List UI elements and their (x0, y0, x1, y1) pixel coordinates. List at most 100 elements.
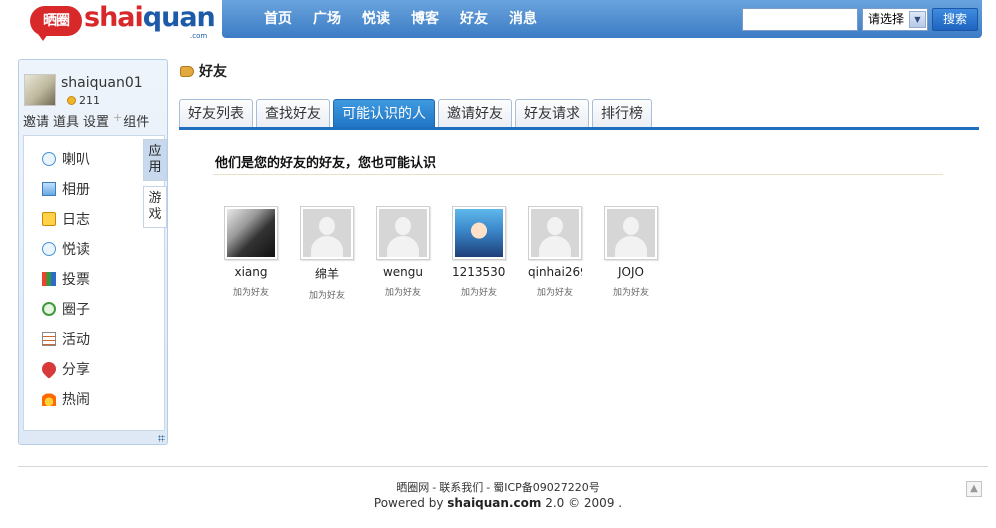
friend-card: wengu 加为好友 (376, 206, 452, 301)
friend-card: JOJO 加为好友 (604, 206, 680, 301)
page-header: 好友 (180, 61, 227, 81)
logo-suffix: .com (190, 32, 208, 40)
friend-name[interactable]: JOJO (604, 265, 658, 279)
app-item-speaker[interactable]: 喇叭 (42, 144, 90, 174)
speech-bubble-icon (42, 242, 56, 256)
user-avatar[interactable] (24, 74, 56, 106)
tab-apps[interactable]: 应用 (143, 139, 167, 181)
app-panel: 喇叭 相册 日志 悦读 投票 圈子 活动 分享 热闹 应用 游戏 (23, 135, 167, 431)
nav-friends[interactable]: 好友 (460, 0, 488, 38)
app-item-event[interactable]: 活动 (42, 324, 90, 354)
friend-avatar[interactable] (376, 206, 430, 260)
site-logo[interactable]: 晒圈 shaiquan .com (30, 2, 216, 41)
tab-friend-list[interactable]: 好友列表 (179, 99, 253, 128)
tab-friend-requests[interactable]: 好友请求 (515, 99, 589, 128)
friend-card: 绵羊 加为好友 (300, 206, 376, 301)
plugins-link[interactable]: 组件 (123, 111, 149, 130)
top-nav: 首页 广场 悦读 博客 好友 消息 请选择 ▼ 搜索 (222, 0, 982, 38)
coin-icon (67, 96, 76, 105)
default-avatar-icon (303, 209, 351, 257)
default-avatar-icon (531, 209, 579, 257)
footer-site-link[interactable]: 晒圈网 (396, 481, 429, 494)
friend-avatar[interactable] (452, 206, 506, 260)
section-divider (213, 174, 943, 175)
tab-invite-friends[interactable]: 邀请好友 (438, 99, 512, 128)
nav-square[interactable]: 广场 (313, 0, 341, 38)
friend-name[interactable]: qinhai269 (528, 265, 582, 279)
add-friend-link[interactable]: 加为好友 (300, 288, 354, 301)
suggested-friends: xiang 加为好友 绵羊 加为好友 wengu 加为好友 12135305 加… (224, 206, 680, 301)
sidebar: shaiquan01 211 邀请 道具 设置 + 组件 喇叭 相册 日志 悦读… (18, 59, 168, 445)
back-to-top-icon[interactable]: ▲ (966, 481, 982, 497)
tab-games[interactable]: 游戏 (143, 186, 167, 228)
resize-grip-icon[interactable] (158, 435, 165, 442)
tab-ranking[interactable]: 排行榜 (592, 99, 652, 128)
logo-wordmark: shaiquan (84, 2, 216, 33)
powered-by: Powered by shaiquan.com 2.0 © 2009 . (373, 496, 623, 510)
app-item-diary[interactable]: 日志 (42, 204, 90, 234)
search-select-value: 请选择 (868, 12, 905, 26)
nav-home[interactable]: 首页 (264, 0, 292, 38)
app-item-circle[interactable]: 圈子 (42, 294, 90, 324)
friend-name[interactable]: 绵羊 (300, 265, 354, 282)
add-friend-link[interactable]: 加为好友 (376, 285, 430, 298)
user-links: 邀请 道具 设置 + 组件 (23, 111, 153, 130)
heart-icon (39, 359, 59, 379)
nav-messages[interactable]: 消息 (509, 0, 537, 38)
friend-name[interactable]: wengu (376, 265, 430, 279)
section-title: 他们是您的好友的好友，您也可能认识 (215, 156, 437, 171)
friend-avatar[interactable] (224, 206, 278, 260)
app-item-reading[interactable]: 悦读 (42, 234, 90, 264)
search-button[interactable]: 搜索 (932, 8, 978, 31)
add-friend-link[interactable]: 加为好友 (224, 285, 278, 298)
add-friend-link[interactable]: 加为好友 (452, 285, 506, 298)
default-avatar-icon (379, 209, 427, 257)
friend-card: qinhai269 加为好友 (528, 206, 604, 301)
settings-link[interactable]: 设置 (83, 111, 109, 130)
plus-icon: + (113, 111, 123, 124)
app-item-album[interactable]: 相册 (42, 174, 90, 204)
handshake-icon (180, 65, 194, 77)
footer-divider (18, 466, 988, 467)
app-item-vote[interactable]: 投票 (42, 264, 90, 294)
footer-links: 晒圈网 - 联系我们 - 蜀ICP备09027220号 (396, 481, 600, 494)
search-type-select[interactable]: 请选择 ▼ (862, 8, 928, 31)
coin-count: 211 (79, 94, 100, 107)
app-item-hot[interactable]: 热闹 (42, 384, 90, 414)
invite-link[interactable]: 邀请 (23, 111, 49, 130)
speech-bubble-icon (42, 152, 56, 166)
app-category-tabs: 应用 游戏 (143, 139, 169, 233)
tab-underline (179, 127, 979, 130)
coin-balance: 211 (67, 94, 100, 107)
friend-tabs: 好友列表 查找好友 可能认识的人 邀请好友 好友请求 排行榜 (179, 99, 655, 128)
calendar-icon (42, 332, 56, 346)
props-link[interactable]: 道具 (53, 111, 79, 130)
page-title: 好友 (199, 64, 227, 80)
friend-card: xiang 加为好友 (224, 206, 300, 301)
nav-blog[interactable]: 博客 (411, 0, 439, 38)
tab-people-you-may-know[interactable]: 可能认识的人 (333, 99, 435, 128)
flame-icon (42, 392, 56, 406)
default-avatar-icon (607, 209, 655, 257)
add-friend-link[interactable]: 加为好友 (604, 285, 658, 298)
username[interactable]: shaiquan01 (61, 75, 143, 91)
nav-reading[interactable]: 悦读 (362, 0, 390, 38)
friend-avatar[interactable] (604, 206, 658, 260)
add-friend-link[interactable]: 加为好友 (528, 285, 582, 298)
photo-icon (42, 182, 56, 196)
bar-chart-icon (42, 272, 56, 286)
footer-contact-link[interactable]: 联系我们 (439, 481, 483, 494)
powered-site-link[interactable]: shaiquan.com (447, 496, 541, 510)
friend-name[interactable]: 12135305 (452, 265, 506, 279)
friend-avatar[interactable] (528, 206, 582, 260)
friend-name[interactable]: xiang (224, 265, 278, 279)
app-list: 喇叭 相册 日志 悦读 投票 圈子 活动 分享 热闹 (39, 144, 90, 414)
app-item-share[interactable]: 分享 (39, 354, 90, 384)
friend-card: 12135305 加为好友 (452, 206, 528, 301)
friend-avatar[interactable] (300, 206, 354, 260)
nav-links: 首页 广场 悦读 博客 好友 消息 (264, 0, 558, 38)
diary-icon (42, 212, 56, 226)
footer-icp-link[interactable]: 蜀ICP备09027220号 (493, 481, 600, 494)
search-input[interactable] (742, 8, 858, 31)
tab-find-friends[interactable]: 查找好友 (256, 99, 330, 128)
